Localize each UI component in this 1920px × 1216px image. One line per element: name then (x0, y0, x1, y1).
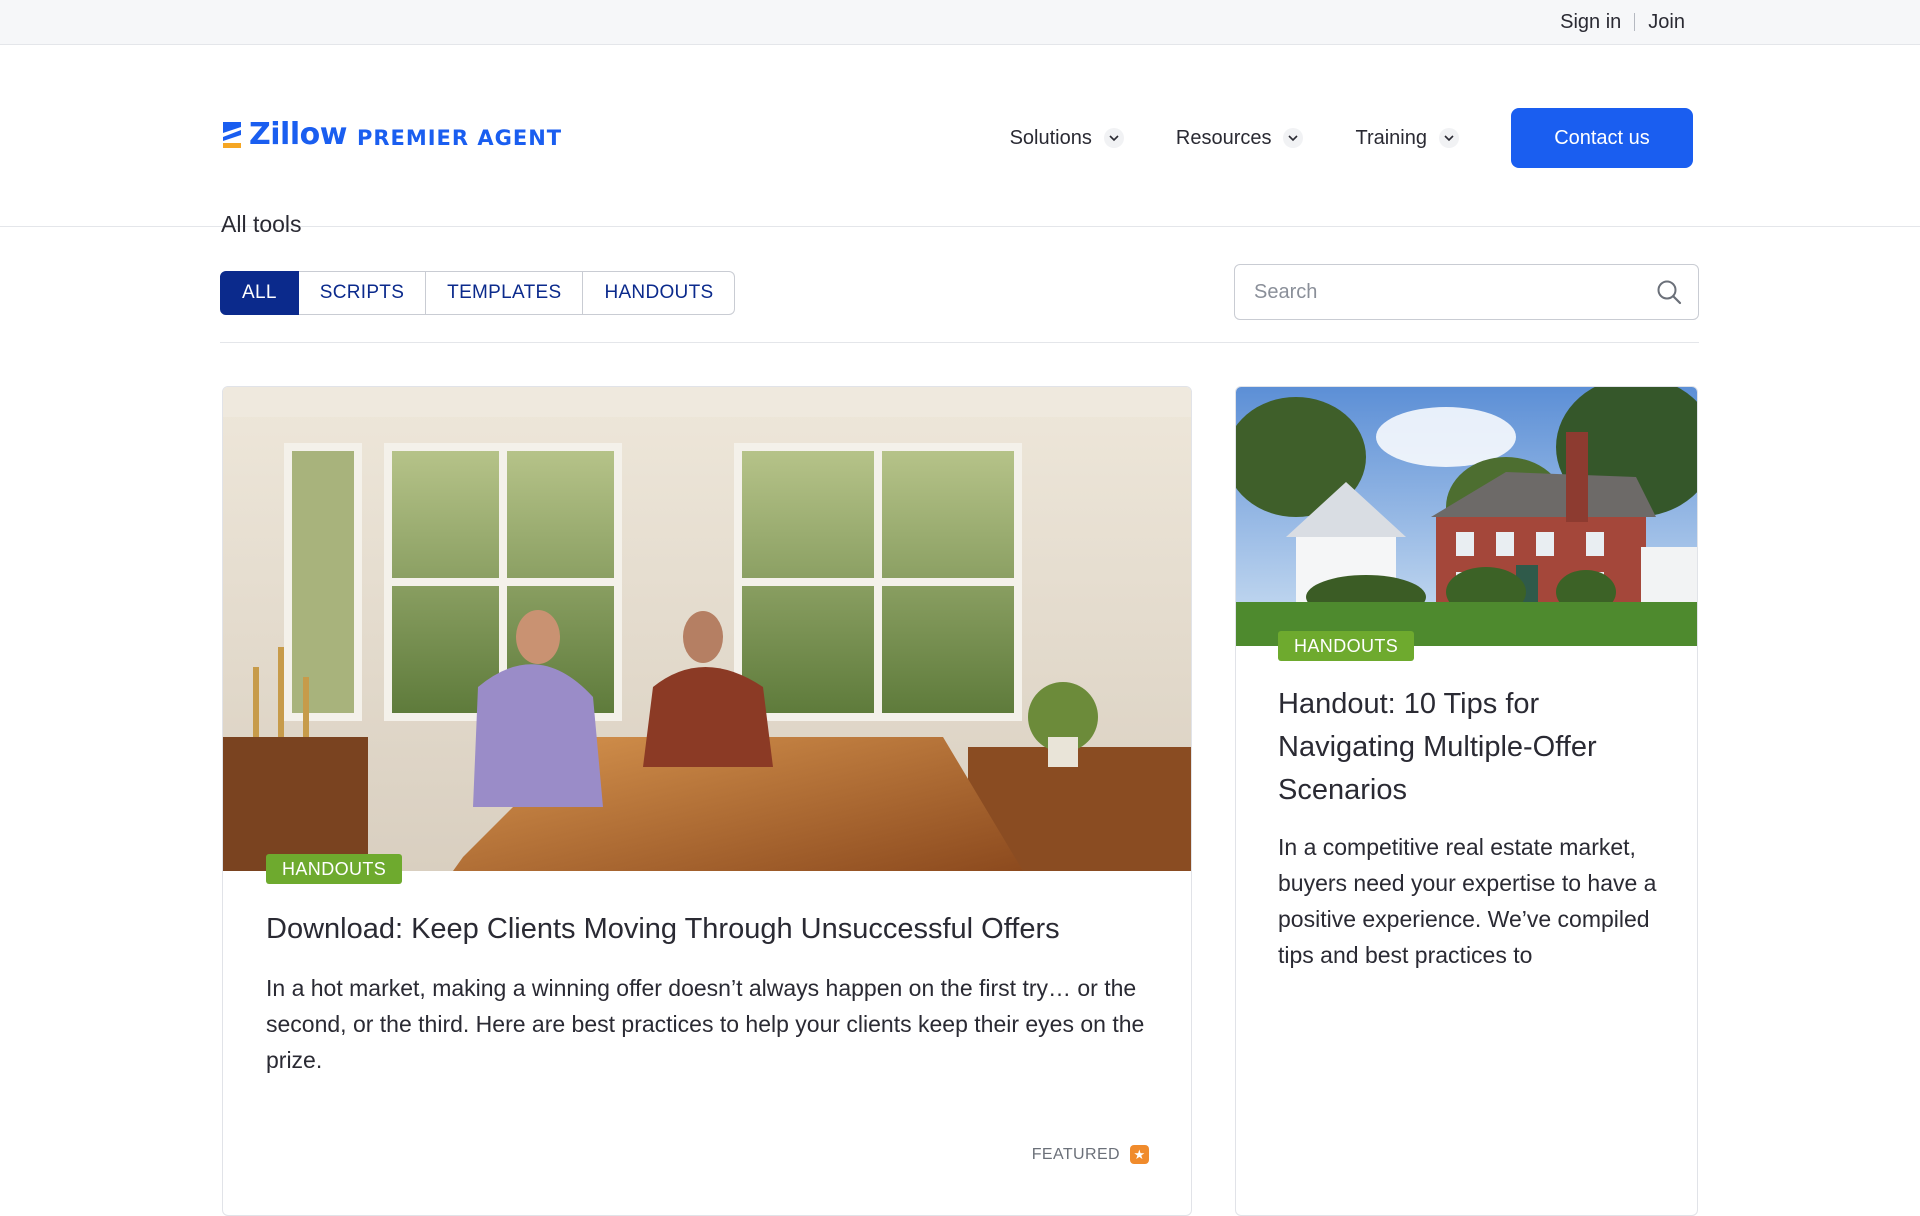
nav-solutions[interactable]: Solutions (1010, 127, 1124, 150)
utility-links: Sign in Join (1560, 0, 1685, 44)
zillow-logo-icon (223, 121, 241, 148)
card-description: In a hot market, making a winning offer … (266, 975, 1145, 1073)
article-card[interactable]: HANDOUTS Handout: 10 Tips for Navigating… (1235, 386, 1698, 1216)
featured-tag: FEATURED ★ (1032, 1145, 1149, 1164)
filter-bar: ALL SCRIPTS TEMPLATES HANDOUTS (220, 264, 1699, 343)
tab-all[interactable]: ALL (220, 271, 299, 315)
logo-wordmark: Zillow (249, 117, 347, 152)
logo-subtitle: PREMIER AGENT (356, 125, 563, 150)
site-header: Zillow PREMIER AGENT Solutions Resources… (0, 45, 1920, 237)
category-badge: HANDOUTS (1278, 631, 1415, 661)
featured-card[interactable]: HANDOUTS Download: Keep Clients Moving T… (222, 386, 1192, 1216)
divider (1634, 13, 1636, 31)
chevron-down-icon (1103, 128, 1124, 148)
tab-handouts[interactable]: HANDOUTS (583, 271, 736, 315)
nav-resources[interactable]: Resources (1176, 127, 1304, 150)
star-icon: ★ (1130, 1145, 1149, 1164)
card-description: In a competitive real estate market, buy… (1278, 834, 1657, 968)
search-icon[interactable] (1656, 279, 1682, 305)
nav-training[interactable]: Training (1355, 127, 1459, 150)
nav-label: Resources (1175, 126, 1272, 149)
nav-label: Solutions (1009, 126, 1092, 149)
category-badge: HANDOUTS (266, 854, 403, 884)
nav-label: Training (1355, 126, 1427, 149)
contact-us-button[interactable]: Contact us (1511, 108, 1693, 168)
dining-room-photo (223, 387, 1191, 871)
tab-scripts[interactable]: SCRIPTS (298, 271, 427, 315)
featured-label: FEATURED (1031, 1145, 1120, 1163)
utility-bar: Sign in Join (0, 0, 1920, 45)
card-title[interactable]: Handout: 10 Tips for Navigating Multiple… (1278, 683, 1678, 812)
zillow-premier-agent-logo[interactable]: Zillow PREMIER AGENT (220, 117, 562, 152)
chevron-down-icon (1439, 128, 1459, 148)
join-link[interactable]: Join (1648, 11, 1685, 34)
chevron-down-icon (1283, 128, 1304, 148)
main-nav: Solutions Resources Training Contact us (1010, 108, 1693, 168)
search-input[interactable] (1254, 280, 1656, 304)
tab-templates[interactable]: TEMPLATES (426, 271, 584, 315)
search-box (1234, 264, 1699, 320)
breadcrumb[interactable]: All tools (221, 211, 302, 238)
sign-in-link[interactable]: Sign in (1560, 11, 1621, 34)
brick-house-photo (1236, 387, 1697, 646)
card-title[interactable]: Download: Keep Clients Moving Through Un… (266, 911, 1146, 949)
